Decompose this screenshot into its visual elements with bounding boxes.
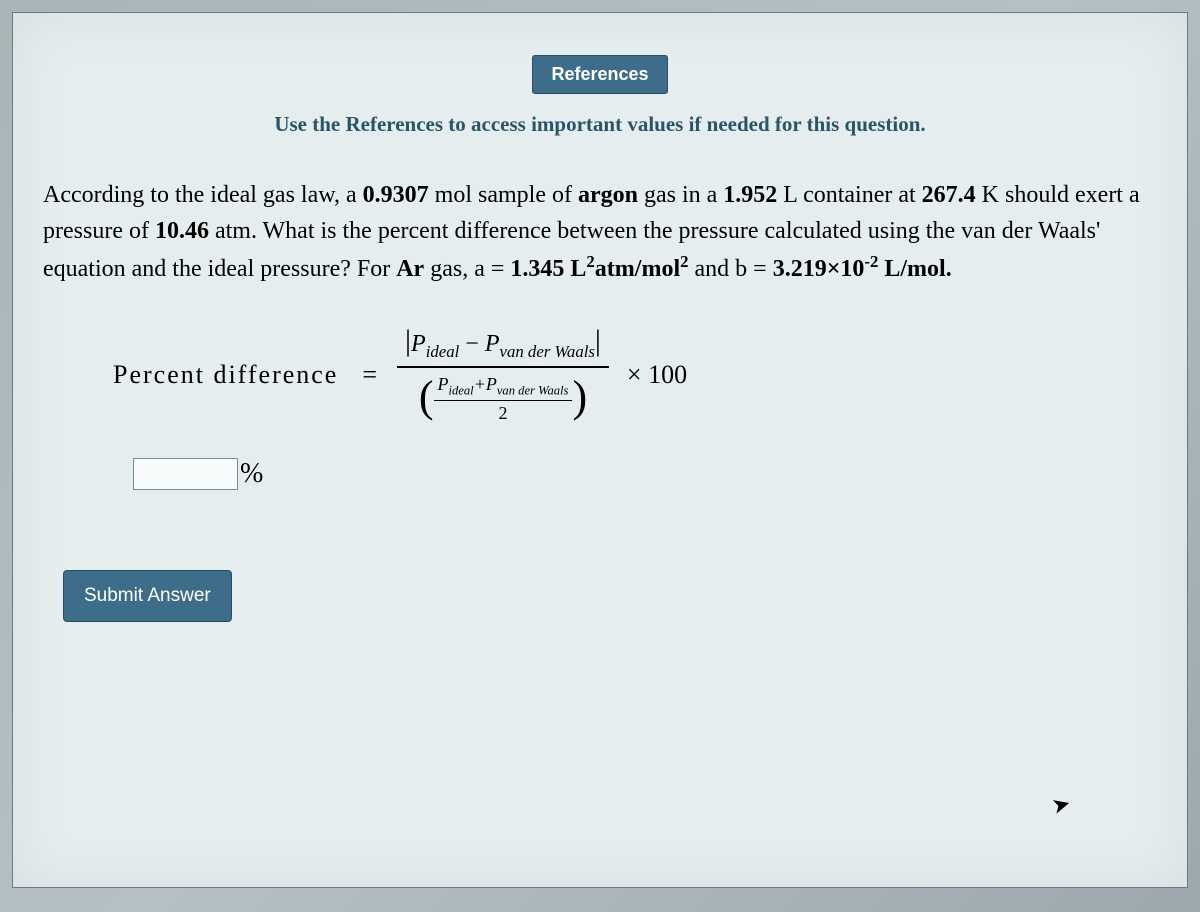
answer-input[interactable] xyxy=(133,458,238,490)
formula: Percent difference = |Pideal − Pvan der … xyxy=(13,325,1187,424)
question-text: According to the ideal gas law, a 0.9307… xyxy=(43,177,1157,287)
var-p: P xyxy=(485,331,500,357)
abs-bar: | xyxy=(595,324,601,357)
question-fragment: gas, a = xyxy=(424,256,510,282)
question-gas-symbol: Ar xyxy=(396,256,424,282)
formula-label: Percent difference xyxy=(113,360,338,390)
question-fragment: mol sample of xyxy=(429,182,578,208)
inner-denominator: 2 xyxy=(494,401,511,424)
instruction-text: Use the References to access important v… xyxy=(13,112,1187,137)
sub-vdw: van der Waals xyxy=(500,342,595,361)
times-100: × 100 xyxy=(627,360,687,390)
fraction: |Pideal − Pvan der Waals| ( Pideal+Pvan … xyxy=(397,325,609,424)
question-value-temp: 267.4 xyxy=(922,182,976,208)
fraction-numerator: |Pideal − Pvan der Waals| xyxy=(397,325,609,368)
submit-answer-button[interactable]: Submit Answer xyxy=(63,570,232,622)
question-value-b: 3.219×10 xyxy=(773,256,865,282)
question-value-pressure: 10.46 xyxy=(155,218,209,244)
var-p: P xyxy=(486,374,497,394)
question-value-a: 1.345 xyxy=(510,256,564,282)
question-sup: -2 xyxy=(864,252,878,271)
abs-bar: | xyxy=(405,324,411,357)
question-value-volume: 1.952 xyxy=(723,182,777,208)
minus-sign: − xyxy=(459,331,485,357)
sub-vdw: van der Waals xyxy=(497,383,569,397)
percent-unit: % xyxy=(240,458,263,490)
question-sup: 2 xyxy=(680,252,688,271)
question-fragment: L xyxy=(564,256,586,282)
question-sup: 2 xyxy=(586,252,594,271)
equals-sign: = xyxy=(362,360,377,390)
plus-sign: + xyxy=(474,374,486,394)
fraction-denominator: ( Pideal+Pvan der Waals 2 ) xyxy=(411,368,595,425)
question-fragment: L/mol. xyxy=(878,256,951,282)
inner-fraction: Pideal+Pvan der Waals 2 xyxy=(434,374,573,425)
sub-ideal: ideal xyxy=(426,342,460,361)
inner-numerator: Pideal+Pvan der Waals xyxy=(434,374,573,402)
question-value-mol: 0.9307 xyxy=(363,182,429,208)
question-fragment: and b = xyxy=(689,256,773,282)
var-p: P xyxy=(411,331,426,357)
question-fragment: atm/mol xyxy=(595,256,680,282)
var-p: P xyxy=(438,374,449,394)
question-fragment: gas in a xyxy=(638,182,723,208)
question-gas-name: argon xyxy=(578,182,638,208)
references-button[interactable]: References xyxy=(532,55,667,94)
question-fragment: L container at xyxy=(777,182,921,208)
question-fragment: According to the ideal gas law, a xyxy=(43,182,363,208)
left-paren: ( xyxy=(419,375,434,419)
right-paren: ) xyxy=(572,375,587,419)
sub-ideal: ideal xyxy=(449,383,474,397)
